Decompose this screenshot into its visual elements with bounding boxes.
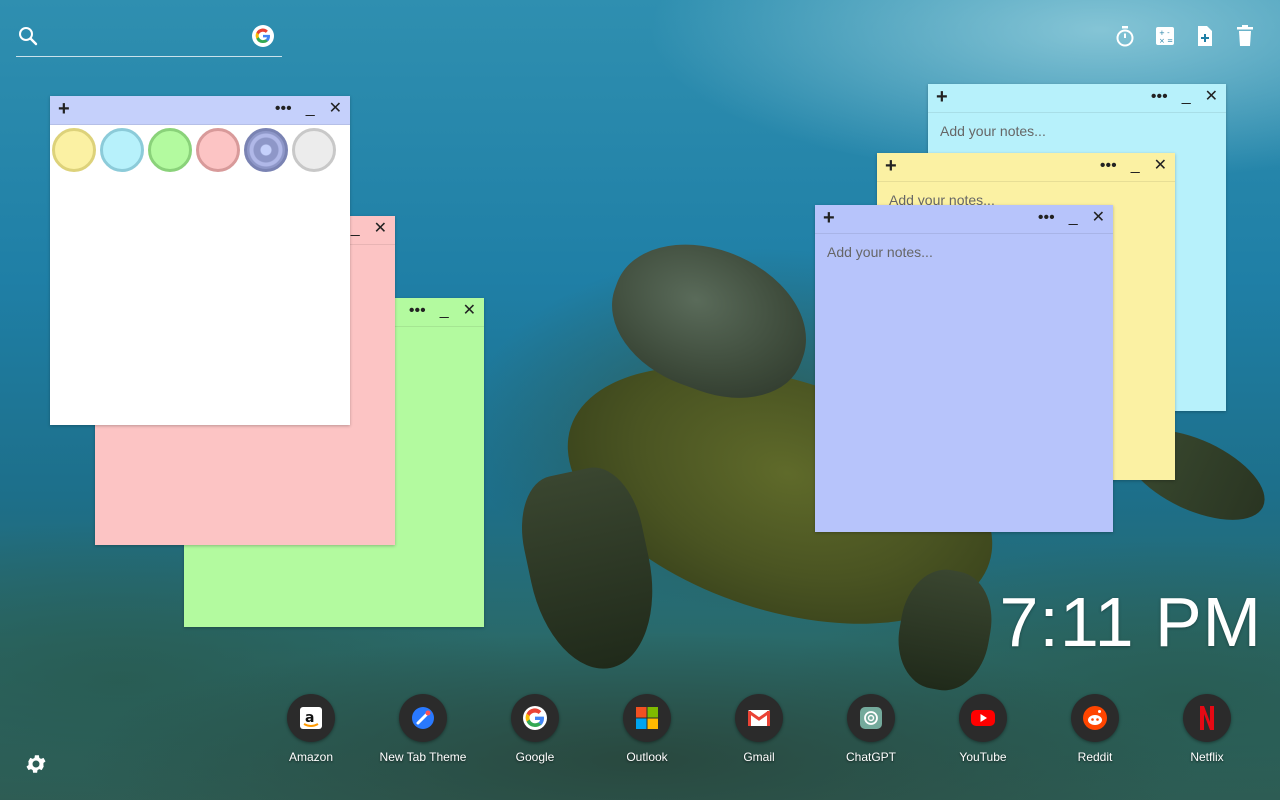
calculator-icon[interactable]: + - × = (1154, 24, 1176, 48)
netflix-icon (1183, 694, 1231, 742)
search-bar (16, 20, 282, 57)
add-note-icon[interactable]: + (823, 208, 835, 228)
minimize-icon[interactable]: _ (1069, 209, 1078, 227)
color-swatch-cyan[interactable] (100, 128, 144, 172)
svg-text:a: a (305, 710, 314, 726)
shortcut-label: Google (515, 750, 555, 764)
google-icon (511, 694, 559, 742)
minimize-icon[interactable]: _ (1182, 88, 1191, 106)
add-note-icon[interactable]: + (885, 156, 897, 176)
shortcut-label: Netflix (1190, 750, 1224, 764)
shortcut-label: Outlook (626, 750, 668, 764)
shortcut-label: Reddit (1077, 750, 1113, 764)
color-swatch-white[interactable] (292, 128, 336, 172)
sticky-note-white[interactable]: + ••• _ ✕ (50, 96, 350, 425)
trash-icon[interactable] (1234, 24, 1256, 48)
close-icon[interactable]: ✕ (1092, 209, 1105, 227)
shortcut-netflix[interactable]: Netflix (1151, 694, 1263, 764)
shortcut-label: YouTube (959, 750, 1007, 764)
new-tab-theme-icon (399, 694, 447, 742)
google-search-icon[interactable] (252, 25, 274, 47)
shortcut-google[interactable]: Google (479, 694, 591, 764)
minimize-icon[interactable]: _ (306, 100, 315, 118)
clock: 7:11 PM (999, 583, 1262, 661)
shortcut-dock: a Amazon New Tab Theme Google Outlook Gm… (255, 694, 1263, 764)
turtle-flipper-decoration (510, 459, 670, 681)
more-options-icon[interactable]: ••• (1151, 88, 1168, 106)
more-options-icon[interactable]: ••• (1038, 209, 1055, 227)
color-palette (50, 125, 350, 175)
shortcut-label: ChatGPT (845, 750, 896, 764)
reddit-icon (1071, 694, 1119, 742)
note-header: + ••• _ ✕ (877, 153, 1175, 182)
timer-icon[interactable] (1114, 24, 1136, 48)
close-icon[interactable]: ✕ (1154, 157, 1167, 175)
toolbar: + - × = (1114, 24, 1256, 48)
add-note-icon[interactable]: + (936, 87, 948, 107)
color-swatch-blue-selected[interactable] (244, 128, 288, 172)
close-icon[interactable]: ✕ (329, 100, 342, 118)
shortcut-outlook[interactable]: Outlook (591, 694, 703, 764)
shortcut-label: Amazon (288, 750, 334, 764)
gear-icon[interactable] (24, 752, 48, 776)
close-icon[interactable]: ✕ (1205, 88, 1218, 106)
add-note-icon[interactable]: + (58, 99, 70, 119)
note-text-input[interactable] (825, 242, 1107, 278)
minimize-icon[interactable]: _ (351, 220, 360, 238)
turtle-flipper-decoration (890, 563, 1000, 697)
shortcut-label: New Tab Theme (379, 750, 467, 764)
more-options-icon[interactable]: ••• (409, 302, 426, 320)
search-input[interactable] (46, 24, 240, 50)
shortcut-gmail[interactable]: Gmail (703, 694, 815, 764)
shortcut-new-tab-theme[interactable]: New Tab Theme (367, 694, 479, 764)
close-icon[interactable]: ✕ (463, 302, 476, 320)
youtube-icon (959, 694, 1007, 742)
svg-text:+ -: + - (1159, 29, 1170, 37)
turtle-head-decoration (592, 220, 828, 420)
shortcut-chatgpt[interactable]: ChatGPT (815, 694, 927, 764)
note-header: + ••• _ ✕ (50, 96, 350, 125)
color-swatch-green[interactable] (148, 128, 192, 172)
color-swatch-yellow[interactable] (52, 128, 96, 172)
note-text-input[interactable] (938, 121, 1220, 157)
color-swatch-pink[interactable] (196, 128, 240, 172)
minimize-icon[interactable]: _ (440, 302, 449, 320)
outlook-icon (623, 694, 671, 742)
minimize-icon[interactable]: _ (1131, 157, 1140, 175)
chatgpt-icon (847, 694, 895, 742)
svg-text:× =: × = (1159, 37, 1173, 45)
sticky-note-blue[interactable]: + ••• _ ✕ (815, 205, 1113, 532)
shortcut-youtube[interactable]: YouTube (927, 694, 1039, 764)
shortcut-reddit[interactable]: Reddit (1039, 694, 1151, 764)
search-icon[interactable] (18, 26, 38, 46)
new-note-icon[interactable] (1194, 24, 1216, 48)
amazon-icon: a (287, 694, 335, 742)
note-header: + ••• _ ✕ (928, 84, 1226, 113)
shortcut-amazon[interactable]: a Amazon (255, 694, 367, 764)
note-header: + ••• _ ✕ (815, 205, 1113, 234)
more-options-icon[interactable]: ••• (1100, 157, 1117, 175)
gmail-icon (735, 694, 783, 742)
more-options-icon[interactable]: ••• (275, 100, 292, 118)
close-icon[interactable]: ✕ (374, 220, 387, 238)
shortcut-label: Gmail (743, 750, 775, 764)
